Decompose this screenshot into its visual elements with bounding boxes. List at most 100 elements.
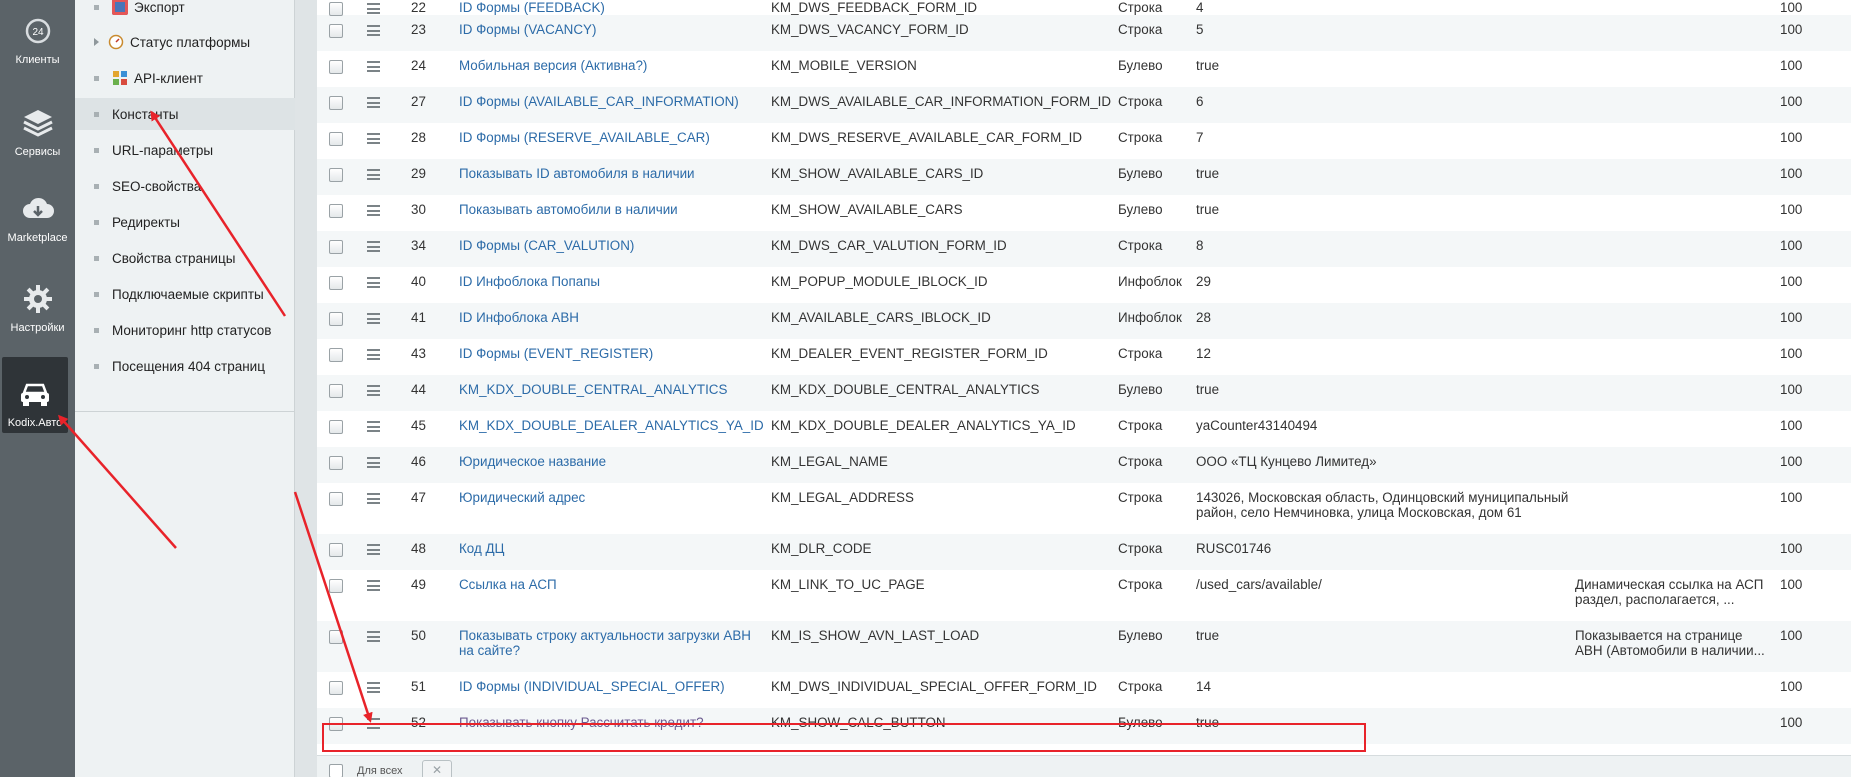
row-checkbox[interactable] [329, 276, 343, 290]
row-name-link[interactable]: Показывать строку актуальности загрузки … [459, 628, 759, 658]
row-name-link[interactable]: ID Формы (RESERVE_AVAILABLE_CAR) [459, 130, 759, 145]
row-type: Инфоблок [1118, 310, 1182, 325]
rail-item-settings[interactable]: Настройки [0, 262, 75, 334]
row-checkbox[interactable] [329, 543, 343, 557]
row-checkbox[interactable] [329, 384, 343, 398]
row-checkbox[interactable] [329, 96, 343, 110]
row-checkbox[interactable] [329, 420, 343, 434]
drag-handle-icon[interactable] [367, 457, 380, 468]
drag-handle-icon[interactable] [367, 205, 380, 216]
drag-handle-icon[interactable] [367, 493, 380, 504]
drag-handle-icon[interactable] [367, 3, 380, 14]
row-checkbox[interactable] [329, 24, 343, 38]
rail-item-marketplace[interactable]: Marketplace [0, 172, 75, 244]
export-icon [112, 0, 128, 15]
row-name-link[interactable]: Код ДЦ [459, 541, 759, 556]
drag-handle-icon[interactable] [367, 61, 380, 72]
table-row[interactable]: 40 ID Инфоблока Попапы KM_POPUP_MODULE_IBL… [317, 267, 1851, 303]
select-all-checkbox[interactable] [329, 764, 343, 777]
row-checkbox[interactable] [329, 681, 343, 695]
menu-item-constants[interactable]: Константы [75, 98, 295, 130]
table-row[interactable]: 23 ID Формы (VACANCY) KM_DWS_VACANCY_FORM_… [317, 15, 1851, 51]
menu-item-404-visits[interactable]: Посещения 404 страниц [75, 350, 295, 382]
drag-handle-icon[interactable] [367, 421, 380, 432]
table-row[interactable]: 43 ID Формы (EVENT_REGISTER) KM_DEALER_EVE… [317, 339, 1851, 375]
row-name-link[interactable]: ID Формы (EVENT_REGISTER) [459, 346, 759, 361]
table-row[interactable]: 34 ID Формы (CAR_VALUTION) KM_DWS_CAR_VALU… [317, 231, 1851, 267]
table-row[interactable]: 29 Показывать ID автомобиля в наличии KM_S… [317, 159, 1851, 195]
menu-item-http-monitoring[interactable]: Мониторинг http статусов [75, 314, 295, 346]
drag-handle-icon[interactable] [367, 241, 380, 252]
row-name-link[interactable]: Ссылка на АСП [459, 577, 759, 592]
table-row[interactable]: 50 Показывать строку актуальности загрузк… [317, 621, 1851, 672]
row-checkbox[interactable] [329, 630, 343, 644]
row-name-link[interactable]: ID Формы (FEEDBACK) [459, 0, 759, 15]
row-name-link[interactable]: Юридический адрес [459, 490, 759, 505]
drag-handle-icon[interactable] [367, 25, 380, 36]
drag-handle-icon[interactable] [367, 544, 380, 555]
table-row[interactable]: 45 KM_KDX_DOUBLE_DEALER_ANALYTICS_YA_ID KM… [317, 411, 1851, 447]
row-name-link[interactable]: ID Формы (CAR_VALUTION) [459, 238, 759, 253]
drag-handle-icon[interactable] [367, 277, 380, 288]
table-row[interactable]: 27 ID Формы (AVAILABLE_CAR_INFORMATION) KM… [317, 87, 1851, 123]
row-checkbox[interactable] [329, 456, 343, 470]
drag-handle-icon[interactable] [367, 313, 380, 324]
table-row[interactable]: 51 ID Формы (INDIVIDUAL_SPECIAL_OFFER) KM_… [317, 672, 1851, 708]
table-row[interactable]: 48 Код ДЦ KM_DLR_CODE Строка RUSC01746 100 [317, 534, 1851, 570]
row-checkbox[interactable] [329, 240, 343, 254]
table-row[interactable]: 49 Ссылка на АСП KM_LINK_TO_UC_PAGE Строка /… [317, 570, 1851, 621]
menu-item-export[interactable]: Экспорт [75, 0, 295, 23]
cancel-button[interactable]: ✕ [422, 760, 452, 777]
menu-item-platform-status[interactable]: Статус платформы [75, 26, 295, 58]
row-sort: 100 [1780, 577, 1803, 592]
menu-item-url-params[interactable]: URL-параметры [75, 134, 295, 166]
drag-handle-icon[interactable] [367, 682, 380, 693]
drag-handle-icon[interactable] [367, 169, 380, 180]
row-checkbox[interactable] [329, 2, 343, 16]
rail-item-kodix-avto[interactable]: Kodix.Авто [2, 357, 68, 433]
row-id: 28 [411, 130, 426, 145]
row-name-link[interactable]: Мобильная версия (Активна?) [459, 58, 759, 73]
menu-item-redirects[interactable]: Редиректы [75, 206, 295, 238]
drag-handle-icon[interactable] [367, 385, 380, 396]
drag-handle-icon[interactable] [367, 97, 380, 108]
drag-handle-icon[interactable] [367, 349, 380, 360]
table-row[interactable]: 28 ID Формы (RESERVE_AVAILABLE_CAR) KM_DWS… [317, 123, 1851, 159]
row-checkbox[interactable] [329, 579, 343, 593]
row-checkbox[interactable] [329, 492, 343, 506]
row-name-link[interactable]: KM_KDX_DOUBLE_DEALER_ANALYTICS_YA_ID [459, 418, 764, 433]
row-checkbox[interactable] [329, 132, 343, 146]
menu-item-seo-properties[interactable]: SEO-свойства [75, 170, 295, 202]
row-name-link[interactable]: Показывать ID автомобиля в наличии [459, 166, 759, 181]
row-name-link[interactable]: ID Инфоблока АВН [459, 310, 759, 325]
table-row[interactable]: 46 Юридическое название KM_LEGAL_NAME Строк… [317, 447, 1851, 483]
row-name-link[interactable]: KM_KDX_DOUBLE_CENTRAL_ANALYTICS [459, 382, 759, 397]
drag-handle-icon[interactable] [367, 631, 380, 642]
table-row[interactable]: 24 Мобильная версия (Активна?) KM_MOBILE_V… [317, 51, 1851, 87]
drag-handle-icon[interactable] [367, 580, 380, 591]
row-name-link[interactable]: ID Формы (AVAILABLE_CAR_INFORMATION) [459, 94, 759, 109]
row-checkbox[interactable] [329, 348, 343, 362]
row-checkbox[interactable] [329, 168, 343, 182]
rail-item-services[interactable]: Сервисы [0, 86, 75, 158]
row-checkbox[interactable] [329, 60, 343, 74]
table-row[interactable]: 41 ID Инфоблока АВН KM_AVAILABLE_CARS_IBLO… [317, 303, 1851, 339]
menu-item-scripts[interactable]: Подключаемые скрипты [75, 278, 295, 310]
drag-handle-icon[interactable] [367, 133, 380, 144]
row-checkbox[interactable] [329, 312, 343, 326]
table-row[interactable]: 47 Юридический адрес KM_LEGAL_ADDRESS Строк… [317, 483, 1851, 534]
row-name-link[interactable]: ID Формы (VACANCY) [459, 22, 759, 37]
table-row[interactable]: 22 ID Формы (FEEDBACK) KM_DWS_FEEDBACK_FOR… [317, 0, 1851, 16]
row-checkbox[interactable] [329, 204, 343, 218]
rail-item-clients[interactable]: 24 Клиенты [0, 0, 75, 66]
expand-arrow-icon[interactable] [94, 38, 99, 46]
row-name-link[interactable]: Показывать автомобили в наличии [459, 202, 759, 217]
row-name-link[interactable]: ID Инфоблока Попапы [459, 274, 759, 289]
table-row[interactable]: 44 KM_KDX_DOUBLE_CENTRAL_ANALYTICS KM_KDX_… [317, 375, 1851, 411]
row-type: Строка [1118, 679, 1163, 694]
menu-item-api-client[interactable]: API-клиент [75, 62, 295, 94]
table-row[interactable]: 30 Показывать автомобили в наличии KM_SHOW… [317, 195, 1851, 231]
row-name-link[interactable]: ID Формы (INDIVIDUAL_SPECIAL_OFFER) [459, 679, 759, 694]
row-name-link[interactable]: Юридическое название [459, 454, 759, 469]
menu-item-page-properties[interactable]: Свойства страницы [75, 242, 295, 274]
